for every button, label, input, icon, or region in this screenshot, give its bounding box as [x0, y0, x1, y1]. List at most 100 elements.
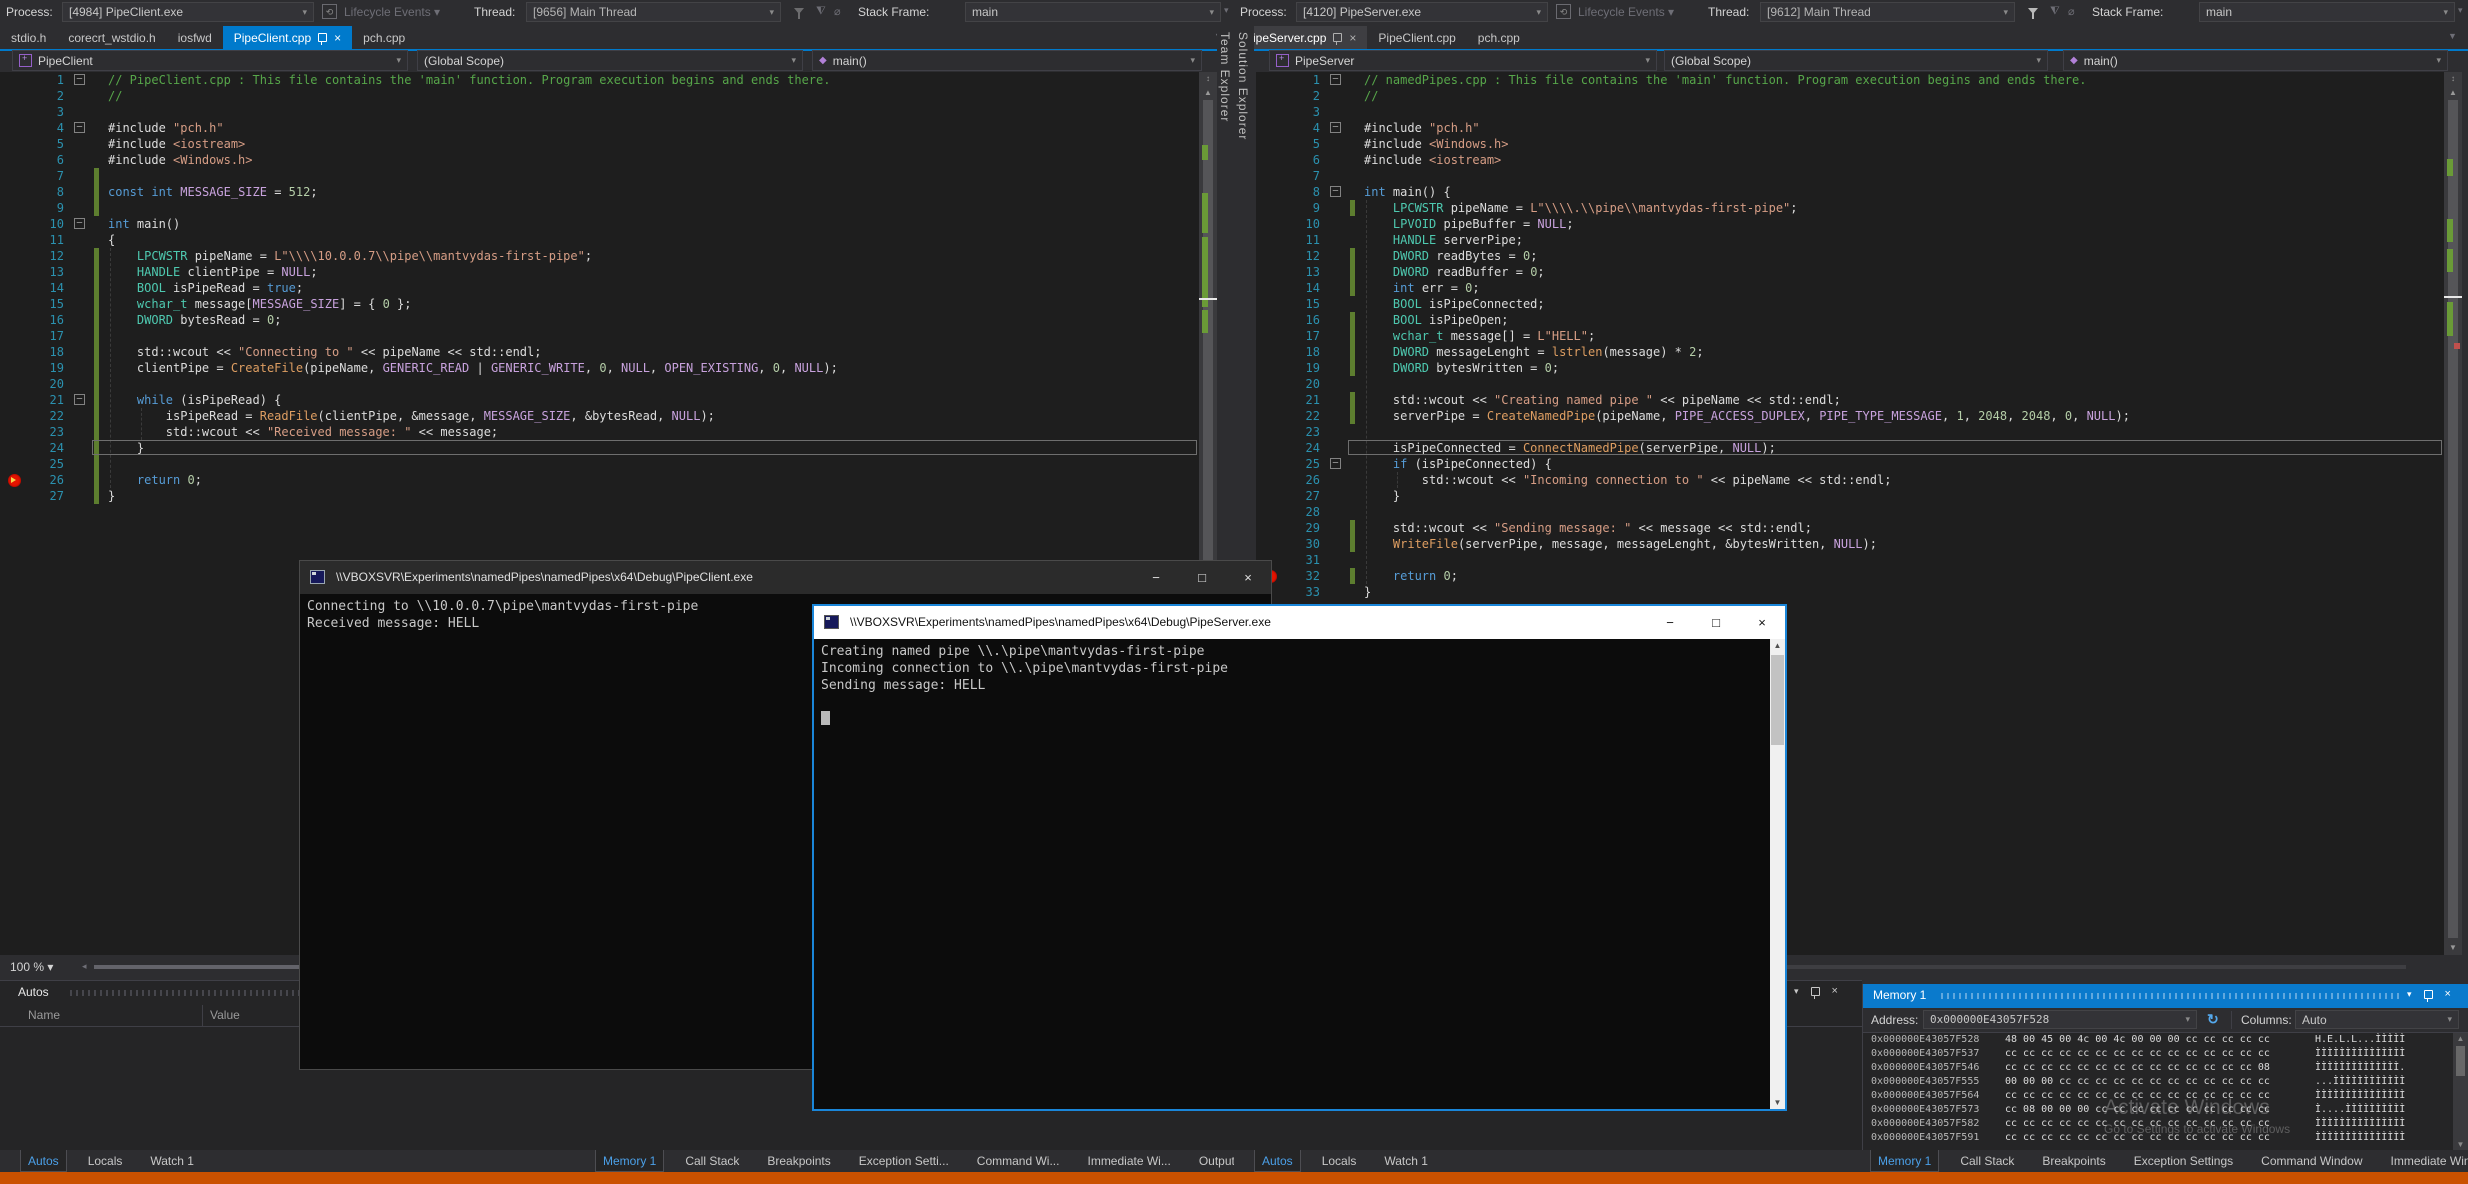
- pin-icon[interactable]: [318, 33, 327, 42]
- tab-output[interactable]: Output: [1192, 1150, 1234, 1172]
- tab-locals[interactable]: Locals: [1315, 1150, 1364, 1172]
- scrollbar-thumb[interactable]: [2456, 1046, 2465, 1076]
- project-dropdown[interactable]: PipeClient▾: [12, 50, 408, 71]
- fold-collapse-icon[interactable]: –: [1330, 122, 1341, 133]
- scrollbar-thumb[interactable]: [1771, 655, 1784, 745]
- project-dropdown[interactable]: PipeServer▾: [1269, 50, 1657, 71]
- tab-autos[interactable]: Autos: [1254, 1150, 1301, 1172]
- window-position-icon[interactable]: ▾: [1794, 986, 1799, 997]
- minimize-button[interactable]: −: [1647, 606, 1693, 639]
- scope-dropdown[interactable]: (Global Scope)▾: [1664, 50, 2048, 71]
- tab-watch-1[interactable]: Watch 1: [1377, 1150, 1435, 1172]
- tab-memory-1[interactable]: Memory 1: [595, 1150, 664, 1172]
- process-combo[interactable]: [4984] PipeClient.exe▾: [62, 2, 314, 22]
- tab-list-chevron-icon[interactable]: ▼: [2448, 31, 2457, 41]
- scroll-up-icon[interactable]: ▲: [1770, 641, 1785, 650]
- scroll-up-icon[interactable]: ▲: [1199, 88, 1217, 97]
- fold-collapse-icon[interactable]: –: [74, 394, 85, 405]
- filter-threads-icon[interactable]: [2028, 8, 2038, 14]
- scroll-up-icon[interactable]: ▲: [2444, 88, 2462, 97]
- tab-autos[interactable]: Autos: [20, 1150, 67, 1172]
- columns-combo[interactable]: Auto▾: [2295, 1010, 2459, 1029]
- member-dropdown[interactable]: ◆main()▾: [812, 50, 1202, 71]
- tab-command-wi-[interactable]: Command Wi...: [970, 1150, 1067, 1172]
- tab-command-window[interactable]: Command Window: [2254, 1150, 2369, 1172]
- suspend-filter-icon[interactable]: ⌀: [2068, 5, 2075, 18]
- toggle-flagged-icon[interactable]: ⧨: [2050, 5, 2060, 18]
- tab-locals[interactable]: Locals: [81, 1150, 130, 1172]
- console-title-bar[interactable]: \\VBOXSVR\Experiments\namedPipes\namedPi…: [814, 606, 1785, 639]
- filter-threads-icon[interactable]: [794, 8, 804, 14]
- refresh-icon[interactable]: ↻: [2207, 1011, 2219, 1028]
- fold-collapse-icon[interactable]: –: [1330, 458, 1341, 469]
- scroll-down-icon[interactable]: ▼: [2444, 943, 2462, 952]
- lifecycle-events-button[interactable]: Lifecycle Events ▾: [1578, 5, 1674, 19]
- fold-collapse-icon[interactable]: –: [1330, 74, 1341, 85]
- tab-breakpoints[interactable]: Breakpoints: [760, 1150, 837, 1172]
- editor-vertical-scrollbar[interactable]: ↕ ▲ ▼: [2444, 72, 2462, 955]
- tab-call-stack[interactable]: Call Stack: [1953, 1150, 2021, 1172]
- tab-PipeServer-cpp[interactable]: PipeServer.cpp×: [1234, 26, 1367, 49]
- console-title-bar[interactable]: \\VBOXSVR\Experiments\namedPipes\namedPi…: [300, 561, 1271, 594]
- breakpoint-icon[interactable]: [8, 474, 21, 487]
- window-position-icon[interactable]: ▾: [2407, 989, 2412, 1000]
- toolbar-overflow-icon[interactable]: ▾: [1224, 5, 1229, 16]
- thread-combo[interactable]: [9656] Main Thread▾: [526, 2, 781, 22]
- tab-watch-1[interactable]: Watch 1: [143, 1150, 201, 1172]
- tab-breakpoints[interactable]: Breakpoints: [2035, 1150, 2112, 1172]
- address-combo[interactable]: 0x000000E43057F528▾: [1923, 1010, 2197, 1029]
- lifecycle-events-button[interactable]: Lifecycle Events ▾: [344, 5, 440, 19]
- tab-PipeClient-cpp[interactable]: PipeClient.cpp×: [223, 26, 352, 49]
- console-scrollbar[interactable]: ▲▼: [1770, 639, 1785, 1109]
- tab-stdio-h[interactable]: stdio.h: [0, 26, 57, 49]
- suspend-filter-icon[interactable]: ⌀: [834, 5, 841, 18]
- fold-collapse-icon[interactable]: –: [74, 122, 85, 133]
- maximize-button[interactable]: □: [1179, 561, 1225, 594]
- memory-scrollbar[interactable]: ▲▼: [2453, 1033, 2468, 1150]
- maximize-button[interactable]: □: [1693, 606, 1739, 639]
- tab-corecrt_wstdio-h[interactable]: corecrt_wstdio.h: [57, 26, 166, 49]
- scroll-down-icon[interactable]: ▼: [2453, 1140, 2468, 1149]
- tab-pch-cpp[interactable]: pch.cpp: [1467, 26, 1531, 49]
- tab-PipeClient-cpp[interactable]: PipeClient.cpp: [1367, 26, 1466, 49]
- close-button[interactable]: ×: [1739, 606, 1785, 639]
- stack-frame-combo[interactable]: main▾: [965, 2, 1221, 22]
- close-icon[interactable]: ×: [1832, 985, 1838, 997]
- splitter-handle-icon[interactable]: ↕: [2444, 74, 2462, 83]
- tab-exception-settings[interactable]: Exception Settings: [2127, 1150, 2240, 1172]
- memory-title-bar[interactable]: Memory 1▾×: [1863, 984, 2468, 1008]
- scroll-down-icon[interactable]: ▼: [1770, 1098, 1785, 1107]
- fold-collapse-icon[interactable]: –: [74, 218, 85, 229]
- pin-icon[interactable]: [1333, 33, 1342, 42]
- scope-dropdown[interactable]: (Global Scope)▾: [417, 50, 803, 71]
- close-button[interactable]: ×: [1225, 561, 1271, 594]
- minimize-button[interactable]: −: [1133, 561, 1179, 594]
- side-tab-solution-explorer[interactable]: Solution Explorer: [1236, 32, 1250, 140]
- close-icon[interactable]: ×: [2445, 988, 2451, 1000]
- process-combo[interactable]: [4120] PipeServer.exe▾: [1296, 2, 1548, 22]
- zoom-level-dropdown[interactable]: 100 % ▾: [10, 960, 53, 974]
- pin-icon[interactable]: [1811, 987, 1820, 996]
- fold-collapse-icon[interactable]: –: [1330, 186, 1341, 197]
- tab-exception-setti-[interactable]: Exception Setti...: [852, 1150, 956, 1172]
- scroll-up-icon[interactable]: ▲: [2453, 1034, 2468, 1043]
- thread-combo[interactable]: [9612] Main Thread▾: [1760, 2, 2015, 22]
- member-dropdown[interactable]: ◆main()▾: [2063, 50, 2448, 71]
- toolbar-overflow-icon[interactable]: ▾: [2458, 5, 2463, 16]
- tab-immediate-wi-[interactable]: Immediate Wi...: [1080, 1150, 1177, 1172]
- close-icon[interactable]: ×: [1349, 31, 1356, 45]
- tab-iosfwd[interactable]: iosfwd: [167, 26, 223, 49]
- fold-collapse-icon[interactable]: –: [74, 74, 85, 85]
- stack-frame-combo[interactable]: main▾: [2199, 2, 2455, 22]
- tab-immediate-window[interactable]: Immediate Window: [2384, 1150, 2468, 1172]
- toggle-flagged-icon[interactable]: ⧨: [816, 5, 826, 18]
- tab-call-stack[interactable]: Call Stack: [678, 1150, 746, 1172]
- hscroll-left-icon[interactable]: ◂: [82, 961, 87, 972]
- tab-pch-cpp[interactable]: pch.cpp: [352, 26, 416, 49]
- tab-memory-1[interactable]: Memory 1: [1870, 1150, 1939, 1172]
- side-tab-team-explorer[interactable]: Team Explorer: [1218, 32, 1232, 122]
- pin-icon[interactable]: [2424, 990, 2433, 999]
- console-window-server[interactable]: \\VBOXSVR\Experiments\namedPipes\namedPi…: [812, 604, 1787, 1111]
- splitter-handle-icon[interactable]: ↕: [1199, 74, 1217, 83]
- close-icon[interactable]: ×: [334, 31, 341, 45]
